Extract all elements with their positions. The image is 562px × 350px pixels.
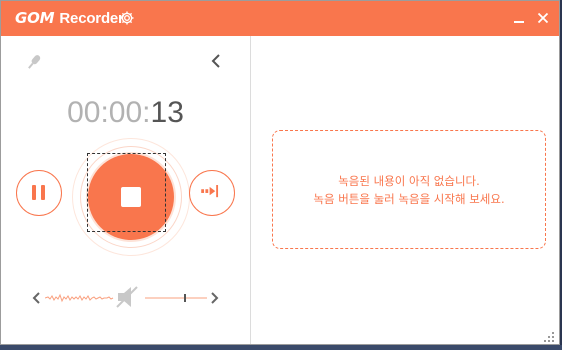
gom-recorder-window: GOM Recorder 00:00:13 녹음된 내용이 아직 없습니다. 녹… [0,0,560,345]
close-icon[interactable] [535,10,551,26]
microphone-icon [28,55,41,69]
resize-grip-icon[interactable] [543,331,555,343]
desktop-background [0,345,562,350]
title-bar[interactable]: GOM Recorder [1,1,559,36]
volume-slider-thumb[interactable] [184,294,186,302]
minimize-icon[interactable] [511,10,527,26]
recordings-panel: 녹음된 내용이 아직 없습니다. 녹음 버튼을 눌러 녹음을 시작해 보세요. [251,36,559,344]
export-button[interactable] [189,170,235,216]
empty-message-line1: 녹음된 내용이 아직 없습니다. [338,173,480,188]
empty-recordings-message: 녹음된 내용이 아직 없습니다. 녹음 버튼을 눌러 녹음을 시작해 보세요. [272,130,546,249]
app-logo: GOM Recorder [15,9,124,27]
export-arrow-icon [201,185,219,198]
pause-button[interactable] [16,170,62,216]
empty-message-line2: 녹음 버튼을 눌러 녹음을 시작해 보세요. [313,191,505,206]
volume-increase-icon[interactable] [208,290,220,306]
volume-decrease-icon[interactable] [31,290,43,306]
logo-gom: GOM [15,9,55,27]
chevron-left-icon[interactable] [209,52,223,70]
elapsed-timer: 00:00:13 [1,96,250,130]
stop-button-wrapper [72,138,190,256]
recorder-panel: 00:00:13 [1,36,250,344]
pause-icon [32,185,36,200]
timer-seconds: 13 [150,96,184,129]
focus-indicator [87,153,166,232]
speaker-muted-icon[interactable] [114,284,142,310]
gear-icon[interactable] [119,10,135,26]
pause-icon [41,185,45,200]
timer-prefix: 00:00: [67,96,151,129]
logo-recorder: Recorder [59,10,124,27]
